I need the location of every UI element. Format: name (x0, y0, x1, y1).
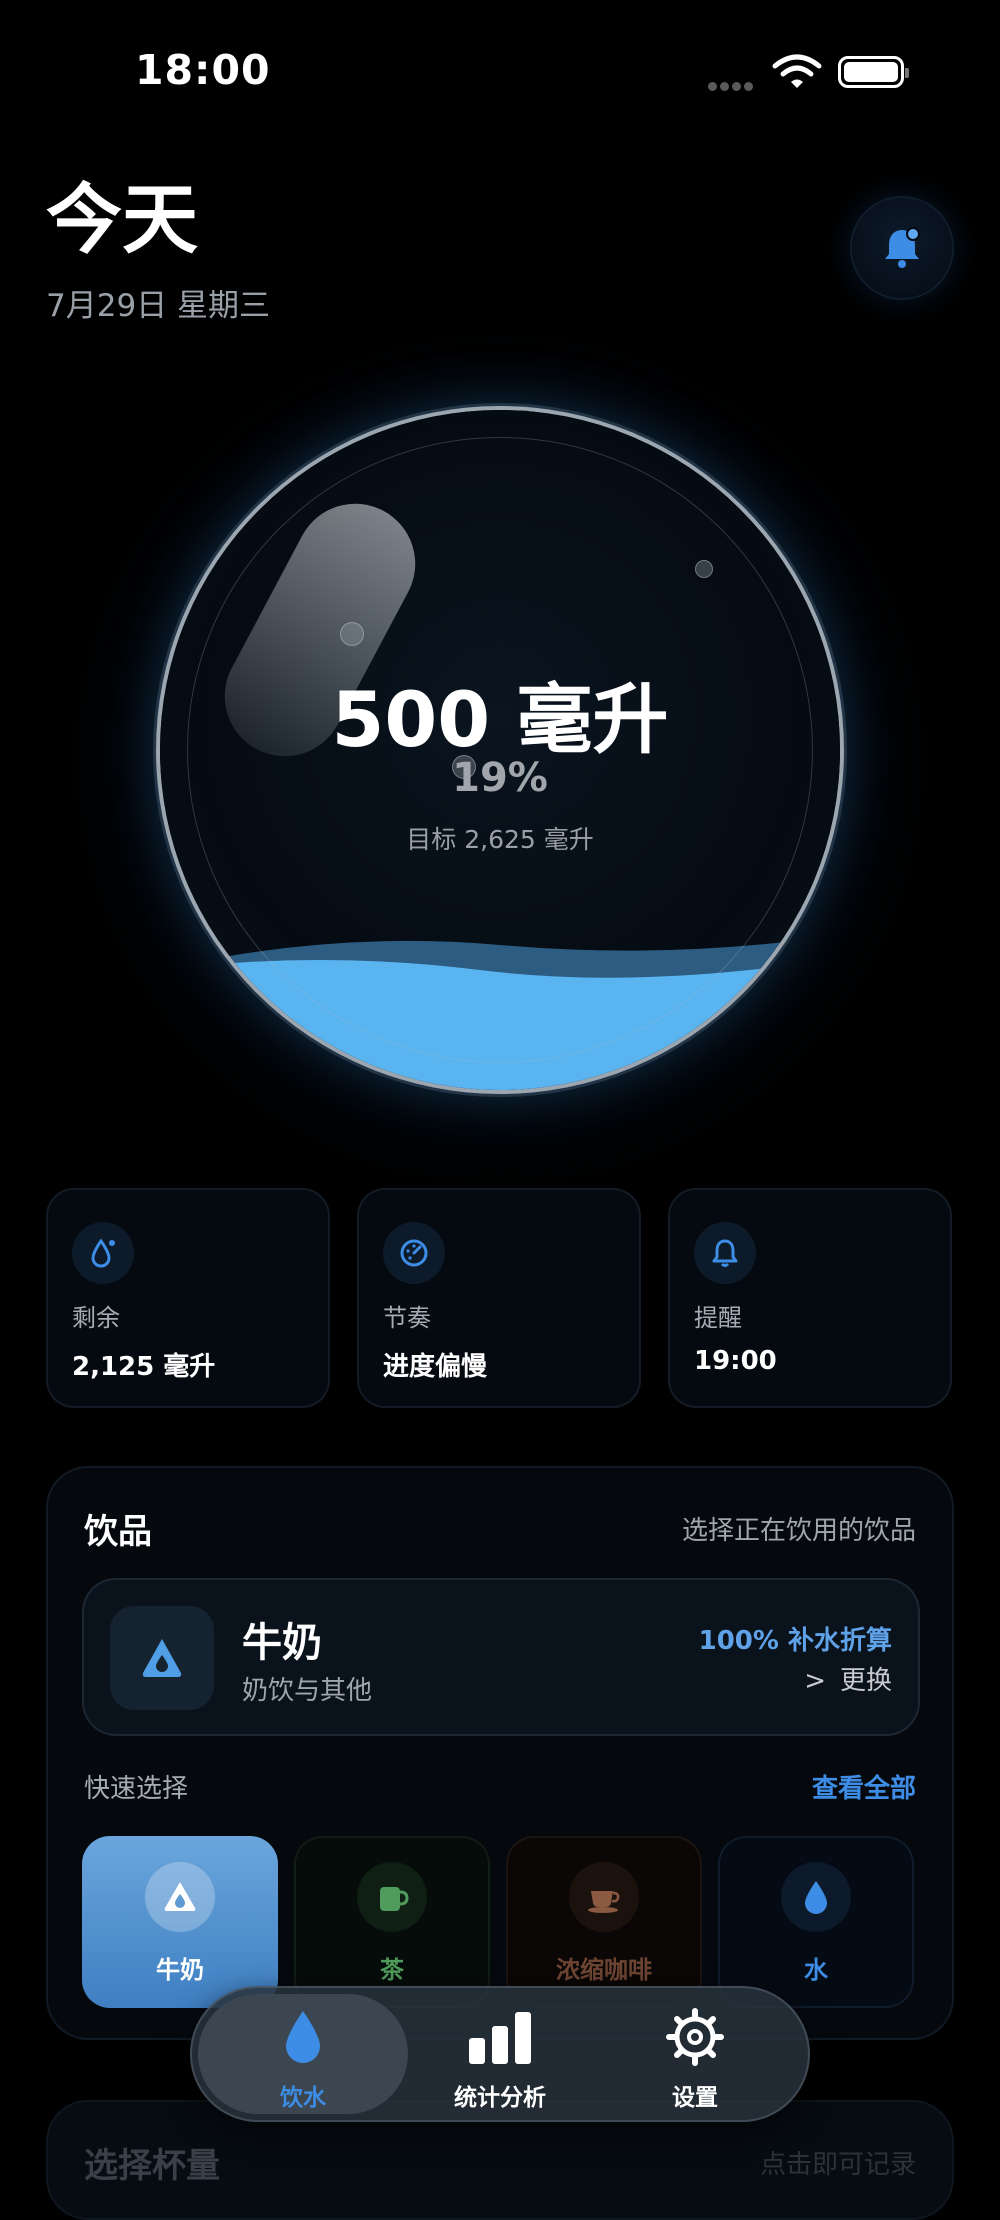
water-glass[interactable]: 500 毫升 19% 目标 2,625 毫升 (160, 410, 840, 1090)
selected-drink-category: 奶饮与其他 (242, 1676, 373, 1706)
cellular-signal-icon (708, 76, 756, 95)
bar-chart-icon (395, 2008, 605, 2066)
tab-label: 统计分析 (454, 2085, 546, 2111)
view-all-link[interactable]: 查看全部 (812, 1768, 916, 1805)
change-drink-label: 更换 (839, 1666, 892, 1696)
page-date: 7月29日 星期三 (46, 288, 271, 324)
stat-card-reminder[interactable]: 提醒 19:00 (668, 1188, 952, 1408)
bell-icon (885, 227, 920, 268)
stat-value: 进度偏慢 (383, 1352, 488, 1382)
drop-icon (72, 1222, 134, 1284)
drinks-panel: 饮品 选择正在饮用的饮品 牛奶 奶饮与其他 100% 补水折算 > 更换 快速选择… (46, 1466, 954, 2040)
tab-water[interactable]: 饮水 (198, 1994, 408, 2114)
gear-icon (590, 2008, 800, 2066)
quick-option-milk[interactable]: 牛奶 (82, 1836, 278, 2008)
water-drop-icon (198, 2008, 408, 2066)
quick-option-water[interactable]: 水 (718, 1836, 914, 2008)
intake-goal: 目标 2,625 毫升 (406, 825, 594, 854)
quick-option-label: 茶 (380, 1956, 404, 1984)
battery-icon (838, 56, 909, 88)
stat-card-remaining[interactable]: 剩余 2,125 毫升 (46, 1188, 330, 1408)
intake-amount: 500 毫升 (331, 675, 669, 764)
bell-icon (694, 1222, 756, 1284)
drinks-hint: 选择正在饮用的饮品 (681, 1516, 916, 1546)
quick-option-tea[interactable]: 茶 (294, 1836, 490, 2008)
quick-select-title: 快速选择 (84, 1774, 189, 1804)
status-time: 18:00 (135, 46, 271, 94)
drinks-title: 饮品 (84, 1512, 152, 1552)
selected-drink-card[interactable]: 牛奶 奶饮与其他 100% 补水折算 > 更换 (82, 1578, 920, 1736)
bubble (695, 560, 713, 578)
chevron-right-icon: > (804, 1666, 826, 1696)
milk-icon (145, 1862, 215, 1932)
notification-button[interactable] (852, 198, 952, 298)
mug-icon (357, 1862, 427, 1932)
tab-settings[interactable]: 设置 (590, 1994, 800, 2114)
quick-option-label: 浓缩咖啡 (556, 1956, 652, 1984)
cup-size-hint: 点击即可记录 (759, 2150, 916, 2180)
intake-percent: 19% (452, 755, 548, 801)
stat-card-pace[interactable]: 节奏 进度偏慢 (357, 1188, 641, 1408)
hydration-ratio: 100% 补水折算 (698, 1626, 892, 1656)
coffee-cup-icon (569, 1862, 639, 1932)
stat-value: 2,125 毫升 (72, 1352, 216, 1382)
tab-statistics[interactable]: 统计分析 (395, 1994, 605, 2114)
wifi-icon (772, 54, 822, 94)
water-drop-icon (781, 1862, 851, 1932)
stat-value: 19:00 (694, 1346, 777, 1376)
change-drink-button[interactable]: > 更换 (804, 1660, 892, 1697)
bubble (340, 622, 364, 646)
tab-bar: 饮水 统计分析 设置 (190, 1986, 810, 2122)
quick-option-espresso[interactable]: 浓缩咖啡 (506, 1836, 702, 2008)
selected-drink-name: 牛奶 (242, 1620, 322, 1666)
stat-label: 节奏 (383, 1304, 431, 1332)
tab-label: 饮水 (280, 2085, 326, 2111)
tab-label: 设置 (672, 2085, 718, 2111)
stat-label: 剩余 (72, 1304, 120, 1332)
stat-label: 提醒 (694, 1304, 742, 1332)
cup-size-title: 选择杯量 (84, 2146, 220, 2186)
page-title: 今天 (46, 175, 198, 264)
milk-icon (110, 1606, 214, 1710)
quick-option-label: 水 (804, 1956, 828, 1984)
gauge-icon (383, 1222, 445, 1284)
quick-option-label: 牛奶 (156, 1956, 204, 1984)
